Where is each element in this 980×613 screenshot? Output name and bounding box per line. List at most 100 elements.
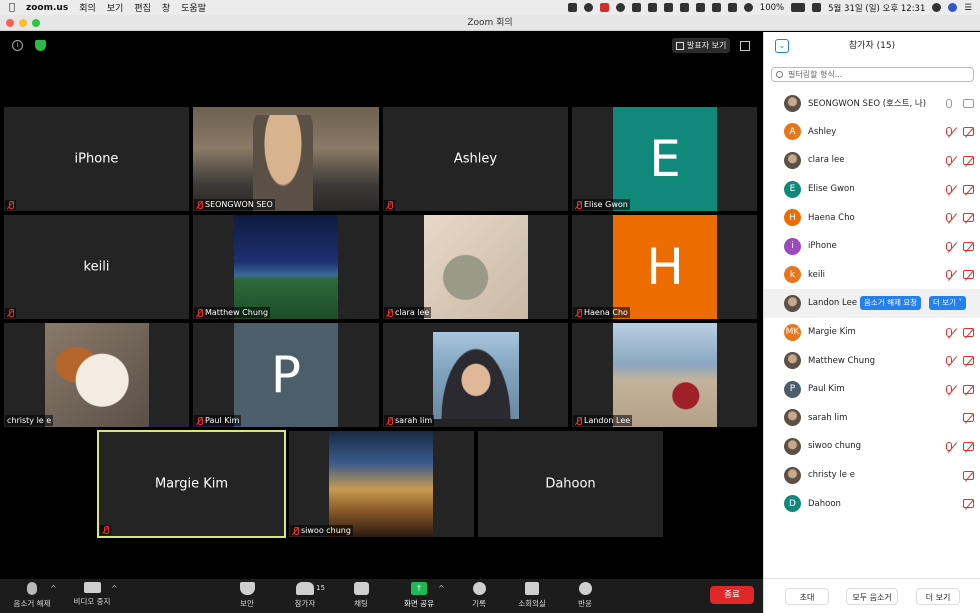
- unmute-button[interactable]: 음소거 해제: [8, 582, 56, 609]
- security-button[interactable]: 보안: [232, 582, 262, 609]
- video-tile[interactable]: SEONGWON SEO: [193, 107, 379, 211]
- video-tile[interactable]: Ashley: [383, 107, 568, 211]
- participant-row[interactable]: E Elise Gwon: [764, 175, 980, 204]
- status-icon[interactable]: [599, 3, 609, 12]
- video-off-icon[interactable]: [963, 356, 974, 366]
- chevron-up-icon[interactable]: ^: [111, 584, 118, 593]
- video-off-icon[interactable]: [963, 213, 974, 223]
- mic-icon[interactable]: [946, 98, 952, 108]
- airplay-icon[interactable]: [695, 3, 705, 12]
- participant-row[interactable]: MK Margie Kim: [764, 318, 980, 347]
- mic-muted-icon[interactable]: [946, 441, 952, 451]
- menu-view[interactable]: 보기: [107, 1, 124, 14]
- participant-row[interactable]: k keili: [764, 261, 980, 290]
- video-off-icon[interactable]: [963, 241, 974, 251]
- dropbox-icon[interactable]: [631, 3, 641, 12]
- mute-all-button[interactable]: 모두 음소거: [846, 588, 898, 605]
- status-icon[interactable]: [615, 3, 625, 12]
- bluetooth-icon[interactable]: [727, 3, 737, 12]
- minimize-window-button[interactable]: [19, 19, 27, 27]
- video-off-icon[interactable]: [963, 155, 974, 165]
- status-icon[interactable]: [679, 3, 689, 12]
- zoom-window-button[interactable]: [32, 19, 40, 27]
- participant-more-button[interactable]: 더 보기 ˅: [929, 296, 967, 311]
- menu-edit[interactable]: 편집: [134, 1, 151, 14]
- reactions-button[interactable]: 반응: [572, 582, 598, 609]
- invite-button[interactable]: 초대: [785, 588, 829, 605]
- video-off-icon[interactable]: [963, 384, 974, 394]
- participant-row[interactable]: D Dahoon: [764, 489, 980, 518]
- video-off-icon[interactable]: [963, 499, 974, 509]
- status-icon[interactable]: [647, 3, 657, 12]
- mic-muted-icon[interactable]: [946, 327, 952, 337]
- wifi-icon[interactable]: [743, 3, 753, 12]
- participant-row[interactable]: A Ashley: [764, 118, 980, 147]
- participant-row[interactable]: SEONGWON SEO (호스트, 나): [764, 89, 980, 118]
- app-menu[interactable]: zoom.us: [26, 3, 68, 13]
- user-icon[interactable]: [948, 3, 958, 12]
- mic-muted-icon[interactable]: [946, 213, 952, 223]
- end-meeting-button[interactable]: 종료: [710, 586, 754, 604]
- menu-help[interactable]: 도움말: [181, 1, 206, 14]
- video-off-icon[interactable]: [963, 413, 974, 423]
- chat-button[interactable]: 채팅: [348, 582, 374, 609]
- participant-row[interactable]: Matthew Chung: [764, 346, 980, 375]
- control-center-icon[interactable]: ☰: [964, 3, 972, 13]
- video-tile[interactable]: H Haena Cho: [572, 215, 757, 319]
- video-tile[interactable]: christy le e: [4, 323, 189, 427]
- participant-row[interactable]: i iPhone: [764, 232, 980, 261]
- more-button[interactable]: 더 보기: [916, 588, 960, 605]
- video-camera-icon[interactable]: [963, 98, 974, 108]
- clock[interactable]: 5월 31일 (일) 오후 12:31: [828, 2, 925, 14]
- mic-muted-icon[interactable]: [946, 127, 952, 137]
- chevron-up-icon[interactable]: ^: [50, 584, 57, 593]
- video-off-icon[interactable]: [963, 127, 974, 137]
- input-source-icon[interactable]: [812, 3, 822, 12]
- collapse-panel-button[interactable]: ⌄: [775, 39, 789, 53]
- participant-search-input[interactable]: 필터링할 형식...: [771, 67, 974, 82]
- battery-icon[interactable]: [791, 3, 806, 12]
- video-off-icon[interactable]: [963, 327, 974, 337]
- fullscreen-icon[interactable]: [740, 41, 750, 51]
- shield-icon[interactable]: [35, 40, 46, 51]
- share-screen-button[interactable]: ↑ 화면 공유: [400, 582, 438, 609]
- record-button[interactable]: 기록: [466, 582, 492, 609]
- mic-muted-icon[interactable]: [946, 270, 952, 280]
- video-tile[interactable]: Dahoon: [478, 431, 663, 537]
- checkbox-icon[interactable]: [663, 3, 673, 12]
- mic-muted-icon[interactable]: [946, 384, 952, 394]
- ask-to-unmute-button[interactable]: 음소거 해제 요청: [860, 296, 922, 311]
- video-off-icon[interactable]: [963, 441, 974, 451]
- speaker-view-button[interactable]: 발표자 보기: [672, 38, 731, 53]
- video-tile[interactable]: Matthew Chung: [193, 215, 379, 319]
- video-tile[interactable]: siwoo chung: [289, 431, 474, 537]
- mic-muted-icon[interactable]: [946, 155, 952, 165]
- apple-icon[interactable]: : [9, 2, 15, 13]
- status-icon[interactable]: [567, 3, 577, 12]
- video-tile[interactable]: clara lee: [383, 215, 568, 319]
- participant-row[interactable]: Landon Lee 음소거 해제 요청 더 보기 ˅: [764, 289, 980, 318]
- participant-row[interactable]: sarah lim: [764, 404, 980, 433]
- stop-video-button[interactable]: 비디오 중지: [70, 582, 114, 607]
- video-off-icon[interactable]: [963, 270, 974, 280]
- participant-row[interactable]: clara lee: [764, 146, 980, 175]
- mic-muted-icon[interactable]: [946, 184, 952, 194]
- participant-row[interactable]: P Paul Kim: [764, 375, 980, 404]
- video-tile[interactable]: Landon Lee: [572, 323, 757, 427]
- video-off-icon[interactable]: [963, 470, 974, 480]
- video-tile[interactable]: sarah lim: [383, 323, 568, 427]
- mic-muted-icon[interactable]: [946, 356, 952, 366]
- participant-row[interactable]: siwoo chung: [764, 432, 980, 461]
- video-tile[interactable]: P Paul Kim: [193, 323, 379, 427]
- chevron-up-icon[interactable]: ^: [438, 584, 445, 593]
- keyboard-icon[interactable]: [711, 3, 721, 12]
- video-tile[interactable]: Margie Kim: [97, 430, 286, 538]
- participant-row[interactable]: christy le e: [764, 461, 980, 490]
- menu-meeting[interactable]: 회의: [79, 1, 96, 14]
- breakout-rooms-button[interactable]: 소회의실: [514, 582, 550, 609]
- video-tile[interactable]: iPhone: [4, 107, 189, 211]
- video-off-icon[interactable]: [963, 184, 974, 194]
- info-icon[interactable]: i: [12, 40, 23, 51]
- video-tile[interactable]: E Elise Gwon: [572, 107, 757, 211]
- menu-window[interactable]: 창: [162, 1, 170, 14]
